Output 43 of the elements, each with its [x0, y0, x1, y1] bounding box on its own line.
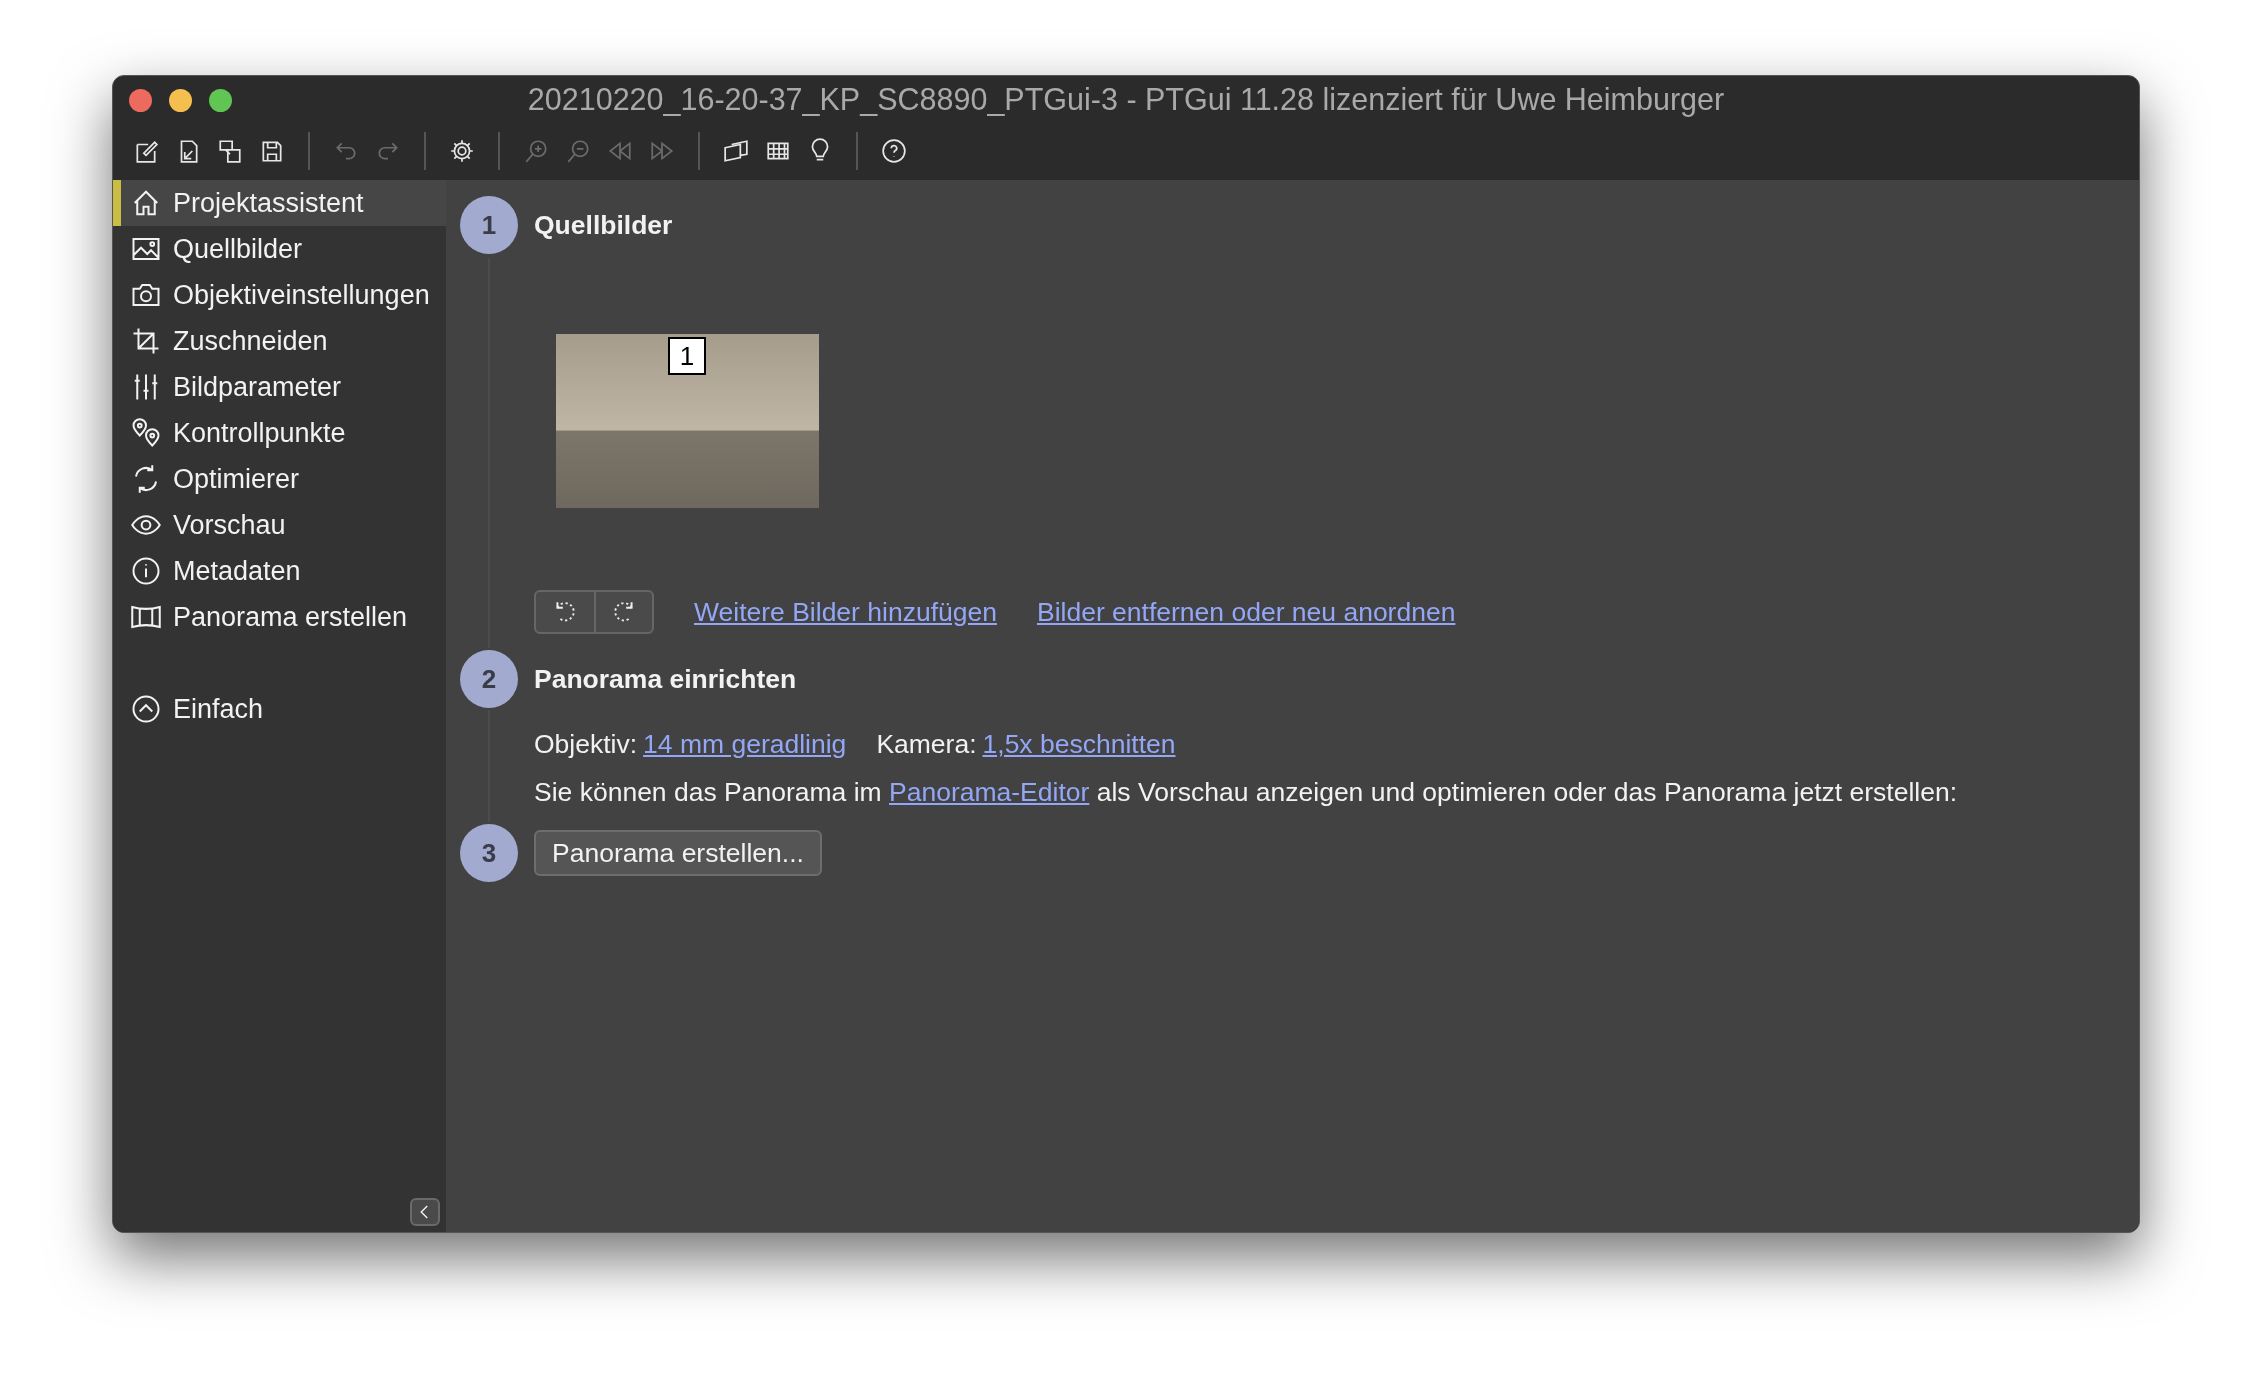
- create-panorama-button[interactable]: Panorama erstellen...: [534, 830, 822, 876]
- sidebar-item[interactable]: Objektiveinstellungen: [113, 272, 446, 318]
- home-icon: [131, 188, 161, 218]
- sidebar-item[interactable]: Optimierer: [113, 456, 446, 502]
- photo-placeholder[interactable]: 1: [556, 334, 819, 508]
- sidebar-item[interactable]: Quellbilder: [113, 226, 446, 272]
- sidebar-item[interactable]: Kontrollpunkte: [113, 410, 446, 456]
- lens-label: Objektiv:: [534, 729, 638, 759]
- lens-link[interactable]: 14 mm geradlinig: [643, 729, 847, 759]
- collapse-sidebar-button[interactable]: [410, 1198, 440, 1226]
- sidebar-item[interactable]: Projektassistent: [113, 180, 446, 226]
- copy-icon[interactable]: [217, 138, 243, 164]
- panorama-editor-link[interactable]: Panorama-Editor: [889, 777, 1090, 807]
- settings-icon[interactable]: [449, 138, 475, 164]
- sidebar-item[interactable]: Panorama erstellen: [113, 594, 446, 640]
- step-number: 1: [460, 196, 518, 254]
- camera-link[interactable]: 1,5x beschnitten: [982, 729, 1176, 759]
- sidebar-item[interactable]: Metadaten: [113, 548, 446, 594]
- instruction-text: Sie können das Panorama im Panorama-Editor als Vorschau anzeigen und optimieren oder das Panorama jetzt erstellen:: [534, 776, 1958, 809]
- crop-icon: [131, 326, 161, 356]
- image-number-badge: 1: [668, 337, 706, 375]
- step-number: 3: [460, 824, 518, 882]
- action-link[interactable]: Weitere Bilder hinzufügen: [694, 596, 997, 628]
- chevron-circle-icon: [131, 694, 161, 724]
- camera-label: Kamera:: [876, 729, 977, 759]
- action-link[interactable]: Bilder entfernen oder neu anordnen: [1036, 596, 1456, 628]
- new-file-icon[interactable]: [133, 138, 159, 164]
- zoom-button[interactable]: [209, 89, 232, 112]
- help-icon[interactable]: [881, 138, 907, 164]
- sidebar-item[interactable]: Vorschau: [113, 502, 446, 548]
- close-button[interactable]: [129, 89, 152, 112]
- sidebar-item[interactable]: Zuschneiden: [113, 318, 446, 364]
- section-heading: Panorama einrichten: [534, 663, 797, 695]
- section-heading: Quellbilder: [534, 209, 673, 241]
- minimize-button[interactable]: [169, 89, 192, 112]
- location-pins-icon: [131, 418, 161, 448]
- overlapping-frames-icon[interactable]: [723, 138, 749, 164]
- info-icon: [131, 556, 161, 586]
- window-title: 20210220_16-20-37_KP_SC8890_PTGui-3 - PTGui 11.28 lizenziert für Uwe Heimburger: [527, 81, 1725, 117]
- step-number: 2: [460, 650, 518, 708]
- sidebar-item[interactable]: Bildparameter: [113, 364, 446, 410]
- mode-toggle[interactable]: Einfach: [113, 686, 446, 732]
- save-icon[interactable]: [259, 138, 285, 164]
